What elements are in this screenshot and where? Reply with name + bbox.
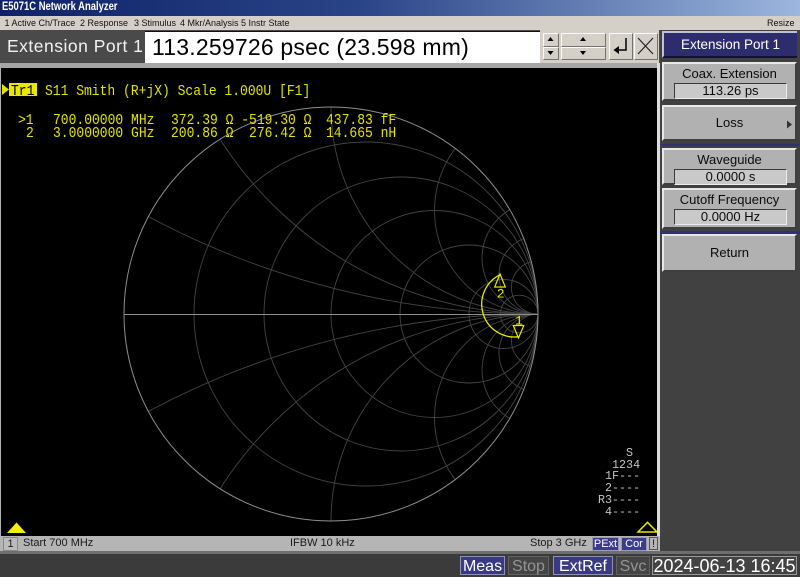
svg-text:1: 1 xyxy=(515,314,523,329)
svg-text:2: 2 xyxy=(497,287,505,302)
